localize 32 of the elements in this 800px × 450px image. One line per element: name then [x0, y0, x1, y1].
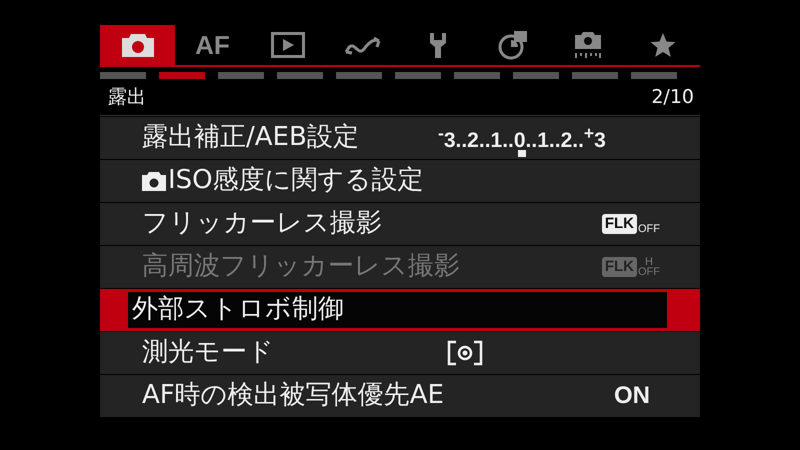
menu-tab[interactable] [100, 25, 175, 65]
section-title: 露出 [108, 85, 146, 110]
menu-row[interactable]: ISO感度に関する設定 [100, 160, 700, 202]
menu-label: ISO感度に関する設定 [168, 165, 424, 197]
camera-icon [120, 32, 156, 58]
page-number: 2/10 [651, 86, 694, 108]
flicker-badge: FLK [602, 214, 637, 234]
scale-marker [518, 150, 526, 157]
badge-sub: OFF [638, 224, 660, 234]
menu-label: AF時の検出被写体優先AE [142, 380, 444, 412]
play-icon [270, 32, 304, 58]
exposure-scale: $^{-}$3..2..1..0..1..2..$^{+}$3 [438, 129, 606, 152]
menu-row[interactable]: 外部ストロボ制御 [100, 289, 700, 331]
menu-label: 高周波フリッカーレス撮影 [142, 251, 460, 283]
menu-row[interactable]: 測光モード [100, 332, 700, 374]
menu-label: 測光モード [142, 337, 274, 369]
menu-label: フリッカーレス撮影 [142, 208, 382, 240]
camera-icon [572, 30, 602, 60]
metering-icon [447, 340, 483, 366]
menu-label: 外部ストロボ制御 [132, 294, 344, 326]
menu-row[interactable]: AF時の検出被写体優先AE ON [100, 375, 700, 417]
menu-label: 露出補正/AEB設定 [142, 122, 359, 154]
camera-icon [142, 171, 166, 191]
af-tab[interactable]: AF [175, 25, 250, 65]
badge-sub: H [645, 257, 653, 267]
menu-row[interactable]: 露出補正/AEB設定 $^{-}$3..2..1..0..1..2..$^{+}$3 [100, 117, 700, 159]
star-icon [648, 32, 676, 58]
flicker-badge: FLK [602, 257, 637, 277]
setting-value: ON [614, 382, 650, 410]
wrench-icon [428, 31, 448, 59]
badge-sub: OFF [638, 267, 660, 277]
menu-row[interactable]: フリッカーレス撮影 FLK OFF [100, 203, 700, 245]
